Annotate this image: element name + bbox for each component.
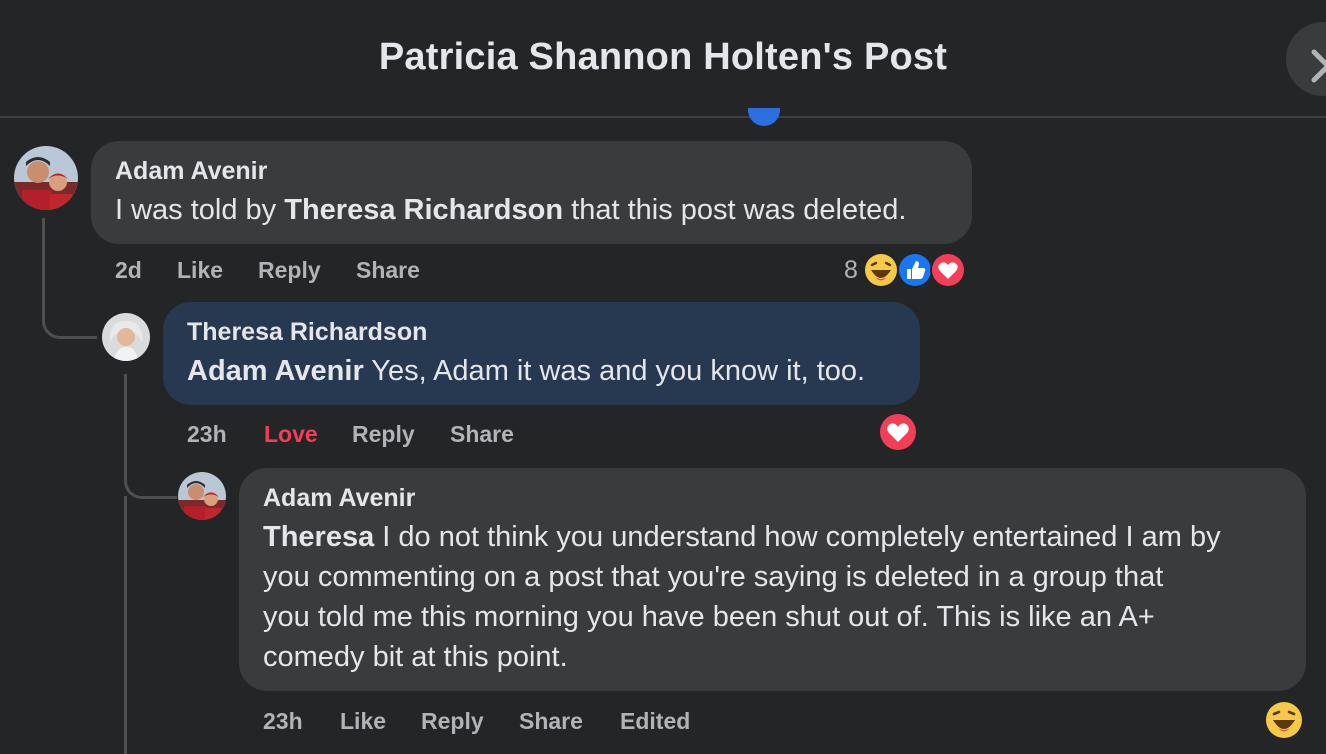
like-button[interactable]: Like (177, 257, 223, 284)
reactions-summary[interactable] (878, 412, 918, 452)
post-dialog-header: Patricia Shannon Holten's Post (0, 0, 1326, 118)
like-icon (897, 252, 933, 288)
share-button[interactable]: Share (519, 708, 583, 735)
partial-reaction-icon (748, 108, 780, 126)
love-icon (930, 252, 966, 288)
comment-timestamp[interactable]: 2d (115, 257, 142, 284)
comment-text: Adam Avenir Yes, Adam it was and you kno… (187, 355, 866, 387)
close-icon (1311, 49, 1326, 83)
share-button[interactable]: Share (450, 421, 514, 448)
avatar[interactable] (178, 472, 226, 520)
comment-author[interactable]: Adam Avenir (263, 484, 1282, 513)
avatar[interactable] (102, 313, 150, 361)
thread-connector (42, 218, 97, 339)
reactions-summary[interactable] (1264, 700, 1304, 740)
haha-icon (1266, 702, 1302, 738)
mention-link[interactable]: Theresa Richardson (284, 194, 563, 226)
like-button[interactable]: Like (340, 708, 386, 735)
thread-connector (124, 496, 127, 754)
comment-text: Theresa I do not think you understand ho… (263, 521, 1221, 673)
reaction-count[interactable]: 8 (844, 256, 858, 285)
comment-author[interactable]: Theresa Richardson (187, 318, 896, 347)
love-icon (880, 414, 916, 450)
reply-button[interactable]: Reply (352, 421, 415, 448)
comment-text: I was told by Theresa Richardson that th… (115, 194, 907, 226)
comment-bubble: Adam Avenir Theresa I do not think you u… (239, 468, 1306, 691)
dialog-title: Patricia Shannon Holten's Post (378, 36, 948, 78)
comment-bubble: Adam Avenir I was told by Theresa Richar… (91, 141, 972, 244)
close-button[interactable] (1286, 22, 1326, 96)
share-button[interactable]: Share (356, 257, 420, 284)
reply-button[interactable]: Reply (421, 708, 484, 735)
comment-bubble: Theresa Richardson Adam Avenir Yes, Adam… (163, 302, 920, 405)
avatar[interactable] (14, 146, 78, 210)
comment-timestamp[interactable]: 23h (263, 708, 303, 735)
reply-button[interactable]: Reply (258, 257, 321, 284)
mention-link[interactable]: Adam Avenir (187, 355, 364, 387)
comment-author[interactable]: Adam Avenir (115, 157, 948, 186)
mention-link[interactable]: Theresa (263, 521, 374, 553)
comment-timestamp[interactable]: 23h (187, 421, 227, 448)
love-button[interactable]: Love (264, 421, 318, 448)
haha-icon (863, 252, 899, 288)
reactions-summary[interactable] (862, 250, 968, 290)
edited-label: Edited (620, 708, 691, 734)
